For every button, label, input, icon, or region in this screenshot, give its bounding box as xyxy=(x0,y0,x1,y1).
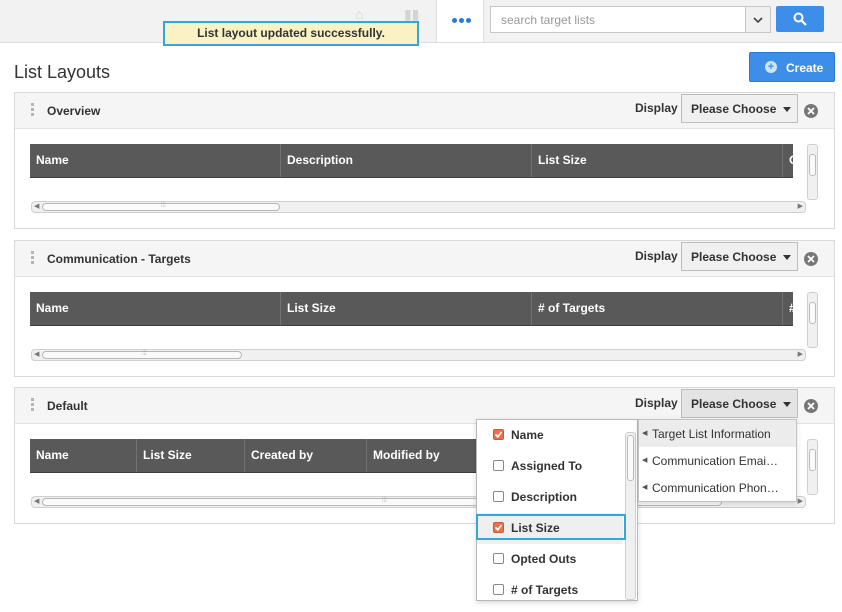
column-checklist-dropdown: Name Assigned To Description List Size O… xyxy=(476,419,638,601)
checklist-item-label: Name xyxy=(511,428,544,442)
submenu-item-label: Target List Information xyxy=(652,427,771,441)
drag-handle-icon[interactable] xyxy=(31,398,34,413)
column-header[interactable]: Op xyxy=(783,144,793,177)
checklist-item-label: Assigned To xyxy=(511,459,583,473)
submenu-item-label: Communication Phon… xyxy=(652,481,779,495)
checklist-scrollbar[interactable] xyxy=(625,432,636,600)
checkbox-checked[interactable] xyxy=(493,429,504,440)
checklist-item-assigned-to[interactable]: Assigned To xyxy=(477,451,623,482)
display-label: Display xyxy=(635,396,678,410)
close-icon xyxy=(807,402,815,410)
checklist-item-label: Opted Outs xyxy=(511,552,577,566)
top-bar: ⌂ ▮▮ search target lists xyxy=(0,0,842,43)
search-icon xyxy=(793,12,807,26)
checkbox-unchecked[interactable] xyxy=(493,491,504,502)
layout-submenu: ◀ Target List Information ◀ Communicatio… xyxy=(638,419,797,502)
more-dots-icon xyxy=(452,18,471,23)
search-input[interactable]: search target lists xyxy=(490,6,746,33)
table-header: Name List Size # of Targets # o xyxy=(30,292,793,326)
caret-left-icon: ◀ xyxy=(642,457,648,464)
checkbox-unchecked[interactable] xyxy=(493,584,504,595)
panel-title: Default xyxy=(47,399,88,413)
display-select[interactable]: Please Choose xyxy=(681,389,798,418)
submenu-item[interactable]: ◀ Communication Phon… xyxy=(639,474,796,501)
panel-header: Communication - Targets Display Please C… xyxy=(15,241,834,277)
layout-panel-communication-targets: Communication - Targets Display Please C… xyxy=(14,240,835,377)
create-button[interactable]: + Create xyxy=(749,52,835,82)
column-header[interactable]: Name xyxy=(30,292,281,325)
remove-panel-button[interactable] xyxy=(804,399,818,413)
submenu-item[interactable]: ◀ Communication Emai… xyxy=(639,447,796,474)
layout-panel-overview: Overview Display Please Choose Name Desc… xyxy=(14,92,835,229)
caret-left-icon: ◀ xyxy=(642,430,648,437)
submenu-item[interactable]: ◀ Target List Information xyxy=(639,420,796,447)
chevron-down-icon xyxy=(753,17,763,23)
panel-title: Overview xyxy=(47,104,101,118)
display-select[interactable]: Please Choose xyxy=(681,94,798,123)
horizontal-scrollbar[interactable]: ◀ ⦙⦙⦙ ▶ xyxy=(31,349,806,361)
column-header[interactable]: List Size xyxy=(137,439,245,472)
checkbox-unchecked[interactable] xyxy=(493,460,504,471)
horizontal-scrollbar[interactable]: ◀ ⦙⦙⦙ ▶ xyxy=(31,201,806,213)
vertical-scrollbar[interactable] xyxy=(807,144,818,200)
display-label: Display xyxy=(635,101,678,115)
column-header[interactable]: List Size xyxy=(281,292,532,325)
vertical-scrollbar[interactable] xyxy=(807,439,818,495)
column-header[interactable]: Modified by xyxy=(367,439,490,472)
page-title: List Layouts xyxy=(14,62,111,82)
vertical-scrollbar[interactable] xyxy=(807,292,818,348)
column-header[interactable]: Name xyxy=(30,439,137,472)
close-icon xyxy=(807,255,815,263)
home-icon[interactable]: ⌂ xyxy=(355,6,363,22)
caret-down-icon xyxy=(783,107,791,112)
display-select-value: Please Choose xyxy=(691,102,777,116)
checklist-item-label: Description xyxy=(511,490,578,504)
close-icon xyxy=(807,107,815,115)
checklist-item-name[interactable]: Name xyxy=(477,420,623,451)
display-label: Display xyxy=(635,249,678,263)
caret-down-icon xyxy=(783,255,791,260)
display-select-value: Please Choose xyxy=(691,250,777,264)
column-header[interactable]: Created by xyxy=(245,439,367,472)
drag-handle-icon[interactable] xyxy=(31,251,34,266)
plus-icon: + xyxy=(765,61,777,73)
submenu-item-label: Communication Emai… xyxy=(652,454,779,468)
panel-header: Overview Display Please Choose xyxy=(15,93,834,129)
table-header: Name List Size Created by Modified by xyxy=(30,439,490,473)
column-header[interactable]: List Size xyxy=(532,144,783,177)
display-select-value: Please Choose xyxy=(691,397,777,411)
more-menu-button[interactable] xyxy=(436,0,484,42)
column-header[interactable]: Description xyxy=(281,144,532,177)
checkbox-unchecked[interactable] xyxy=(493,553,504,564)
drag-handle-icon[interactable] xyxy=(31,103,34,118)
table-header: Name Description List Size Op xyxy=(30,144,793,178)
checklist-item-label: # of Targets xyxy=(511,583,579,597)
caret-down-icon xyxy=(783,402,791,407)
checklist-item-opted-outs[interactable]: Opted Outs xyxy=(477,544,623,575)
column-header[interactable]: # o xyxy=(783,292,793,325)
panel-title: Communication - Targets xyxy=(47,252,191,266)
checklist-item-number-of-targets[interactable]: # of Targets xyxy=(477,575,623,600)
highlight-box xyxy=(476,514,626,540)
search-filter-dropdown[interactable] xyxy=(745,6,771,33)
caret-left-icon: ◀ xyxy=(642,484,648,491)
column-header[interactable]: # of Targets xyxy=(532,292,783,325)
column-header[interactable]: Name xyxy=(30,144,281,177)
display-select[interactable]: Please Choose xyxy=(681,242,798,271)
remove-panel-button[interactable] xyxy=(804,252,818,266)
checklist-item-description[interactable]: Description xyxy=(477,482,623,513)
remove-panel-button[interactable] xyxy=(804,104,818,118)
search-button[interactable] xyxy=(776,6,824,32)
success-notification: List layout updated successfully. xyxy=(163,21,419,46)
create-button-label: Create xyxy=(786,61,824,75)
